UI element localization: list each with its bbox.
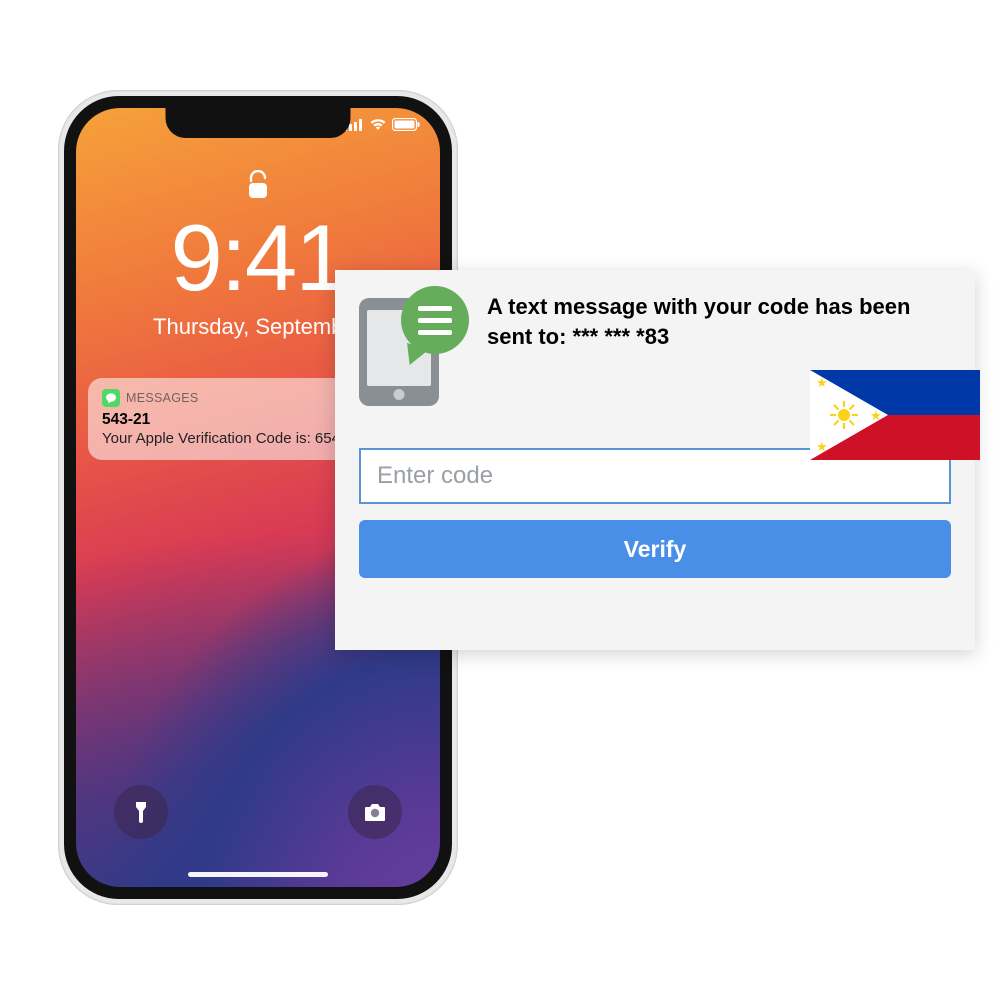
battery-icon <box>392 118 420 131</box>
verify-button[interactable]: Verify <box>359 520 951 578</box>
sun-icon <box>830 401 858 429</box>
philippines-flag-icon: ★ ★ ★ <box>810 370 980 460</box>
lock-icon <box>246 170 270 207</box>
wifi-icon <box>369 118 387 131</box>
lock-screen-actions <box>76 785 440 839</box>
phone-notch <box>166 108 351 138</box>
verify-message: A text message with your code has been s… <box>487 288 951 351</box>
camera-button[interactable] <box>348 785 402 839</box>
flashlight-button[interactable] <box>114 785 168 839</box>
star-icon: ★ <box>816 440 828 453</box>
notification-app-name: MESSAGES <box>126 391 199 405</box>
status-bar <box>344 118 420 131</box>
star-icon: ★ <box>816 376 828 389</box>
home-indicator[interactable] <box>188 872 328 877</box>
messages-app-icon <box>102 389 120 407</box>
sms-illustration <box>359 288 467 408</box>
camera-icon <box>363 802 387 822</box>
star-icon: ★ <box>870 409 882 422</box>
verify-card: A text message with your code has been s… <box>335 270 975 650</box>
flashlight-icon <box>131 800 151 824</box>
